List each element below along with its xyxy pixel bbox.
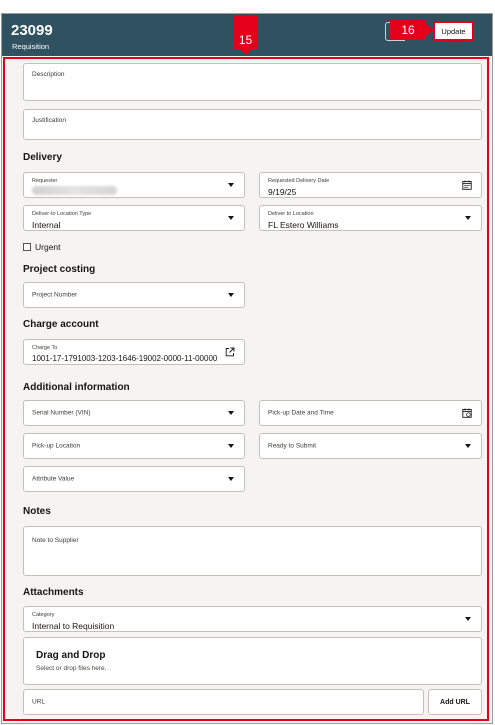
serial-number-label: Serial Number (VIN) — [32, 409, 91, 417]
charge-to-label: Charge To — [32, 345, 58, 351]
project-number-select[interactable]: Project Number — [23, 282, 245, 308]
chevron-down-icon — [228, 183, 234, 187]
update-button[interactable]: Update — [433, 21, 474, 41]
note-to-supplier-field[interactable]: Note to Supplier — [23, 526, 482, 576]
chevron-down-icon — [465, 617, 471, 621]
requisition-number: 23099 — [11, 22, 53, 39]
attribute-value-label: Attribute Value — [32, 475, 75, 483]
chevron-down-icon — [465, 444, 471, 448]
pickup-date-time-field[interactable]: Pick-up Date and Time — [259, 400, 482, 426]
chevron-down-icon — [228, 444, 234, 448]
description-field[interactable]: Description — [23, 63, 482, 101]
deliver-to-location-value: FL Estero Williams — [268, 220, 339, 230]
requisition-subtitle: Requisition — [12, 42, 50, 51]
category-select[interactable]: Category Internal to Requisition — [23, 606, 482, 632]
charge-to-field[interactable]: Charge To 1001-17-1791003-1203-1646-1900… — [23, 339, 245, 365]
callout-15: 15 — [234, 15, 257, 55]
pickup-location-select[interactable]: Pick-up Location — [23, 433, 245, 459]
charge-to-value: 1001-17-1791003-1203-1646-19002-0000-11-… — [32, 354, 218, 363]
deliver-to-location-select[interactable]: Deliver to Location FL Estero Williams — [259, 205, 482, 231]
section-project-costing: Project costing — [23, 264, 96, 275]
pickup-date-time-label: Pick-up Date and Time — [268, 409, 334, 417]
section-delivery: Delivery — [23, 152, 62, 163]
drag-and-drop-subtitle: Select or drop files here. — [36, 665, 107, 672]
justification-label: Justification — [32, 117, 66, 124]
project-number-label: Project Number — [32, 291, 78, 299]
chevron-down-icon — [228, 293, 234, 297]
requested-delivery-date-field[interactable]: Requested Delivery Date 9/19/25 — [259, 172, 482, 198]
urgent-checkbox[interactable] — [23, 243, 31, 251]
drag-and-drop-title: Drag and Drop — [36, 650, 106, 661]
attribute-value-select[interactable]: Attribute Value — [23, 466, 245, 492]
calendar-icon[interactable] — [462, 180, 472, 190]
deliver-to-location-type-label: Deliver-to Location Type — [32, 211, 92, 217]
deliver-to-location-label: Deliver to Location — [268, 211, 314, 217]
chevron-down-icon — [465, 216, 471, 220]
deliver-to-location-type-select[interactable]: Deliver-to Location Type Internal — [23, 205, 245, 231]
category-label: Category — [32, 612, 55, 618]
section-charge-account: Charge account — [23, 319, 99, 330]
description-label: Description — [32, 71, 65, 78]
pickup-location-label: Pick-up Location — [32, 442, 81, 450]
calendar-clock-icon[interactable] — [462, 408, 472, 418]
note-to-supplier-label: Note to Supplier — [32, 537, 79, 544]
requester-label: Requester — [32, 178, 58, 184]
drag-and-drop-zone[interactable]: Drag and Drop Select or drop files here. — [23, 637, 482, 685]
justification-field[interactable]: Justification — [23, 109, 482, 140]
url-input[interactable]: URL — [23, 689, 424, 715]
deliver-to-location-type-value: Internal — [32, 220, 61, 230]
requested-delivery-date-value: 9/19/25 — [268, 187, 297, 197]
requested-delivery-date-label: Requested Delivery Date — [268, 178, 330, 184]
requester-value-redacted — [32, 186, 117, 195]
serial-number-select[interactable]: Serial Number (VIN) — [23, 400, 245, 426]
chevron-down-icon — [228, 477, 234, 481]
section-additional-information: Additional information — [23, 382, 130, 393]
chevron-down-icon — [228, 411, 234, 415]
chevron-down-icon — [228, 216, 234, 220]
external-link-icon[interactable] — [225, 347, 235, 357]
category-value: Internal to Requisition — [32, 621, 115, 631]
add-url-button[interactable]: Add URL — [428, 689, 482, 715]
urgent-label: Urgent — [35, 242, 61, 252]
section-attachments: Attachments — [23, 587, 84, 598]
ready-to-submit-label: Ready to Submit — [268, 442, 317, 450]
requester-select[interactable]: Requester — [23, 172, 245, 198]
section-notes: Notes — [23, 506, 51, 517]
url-placeholder: URL — [32, 698, 46, 706]
callout-16: 16 — [390, 20, 434, 40]
ready-to-submit-select[interactable]: Ready to Submit — [259, 433, 482, 459]
